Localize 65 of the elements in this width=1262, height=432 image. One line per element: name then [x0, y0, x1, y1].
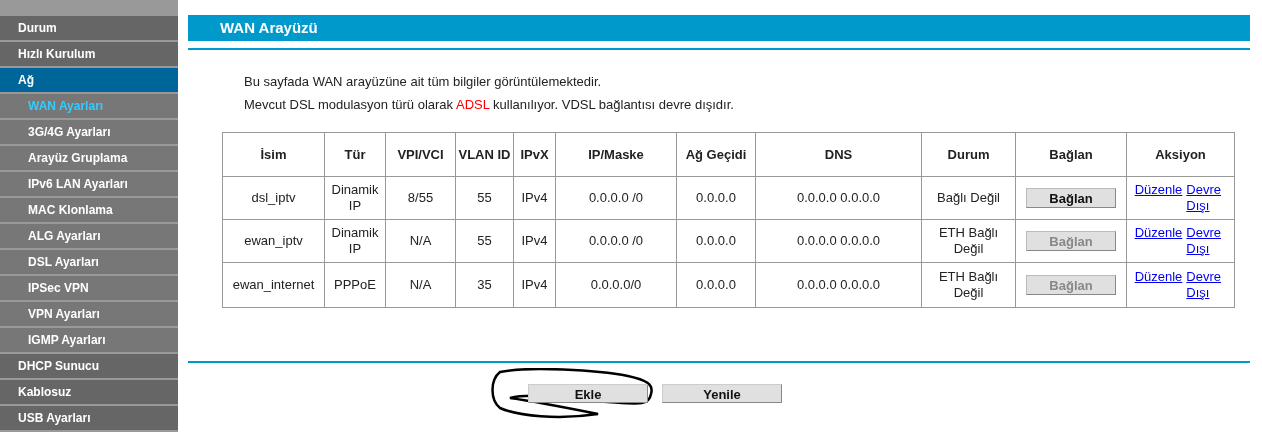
- table-cell: 0.0.0.0/0: [555, 262, 677, 308]
- column-header: DNS: [755, 132, 922, 177]
- column-header: İsim: [222, 132, 325, 177]
- table-cell: 0.0.0.0 0.0.0.0: [755, 262, 922, 308]
- column-header: IP/Maske: [555, 132, 677, 177]
- action-link[interactable]: Düzenle: [1134, 269, 1183, 285]
- sidebar-subitem[interactable]: IPv6 LAN Ayarları: [0, 172, 178, 196]
- action-link[interactable]: Düzenle: [1134, 182, 1183, 198]
- action-link[interactable]: Devre Dışı: [1186, 225, 1227, 257]
- sidebar-subitem[interactable]: IGMP Ayarları: [0, 328, 178, 352]
- table-cell: N/A: [385, 219, 456, 263]
- table-cell: 0.0.0.0: [676, 176, 756, 220]
- table-cell: IPv4: [513, 219, 556, 263]
- sidebar-item[interactable]: USB Ayarları: [0, 406, 178, 430]
- column-header: VLAN ID: [455, 132, 514, 177]
- table-cell: 0.0.0.0: [676, 219, 756, 263]
- sidebar-item[interactable]: Hızlı Kurulum: [0, 42, 178, 66]
- table-cell: 0.0.0.0 0.0.0.0: [755, 219, 922, 263]
- sidebar-subitem[interactable]: ALG Ayarları: [0, 224, 178, 248]
- sidebar-subitem[interactable]: IPSec VPN: [0, 276, 178, 300]
- table-cell: Dinamik IP: [324, 219, 386, 263]
- sidebar-item[interactable]: DHCP Sunucu: [0, 354, 178, 378]
- action-link[interactable]: Devre Dışı: [1186, 182, 1227, 214]
- sidebar-subitem[interactable]: VPN Ayarları: [0, 302, 178, 326]
- sidebar-item[interactable]: Durum: [0, 16, 178, 40]
- table-cell: ewan_internet: [222, 262, 325, 308]
- table-cell: Bağlı Değil: [921, 176, 1016, 220]
- table-cell: ETH Bağlı Değil: [921, 219, 1016, 263]
- notice-text: Mevcut DSL modulasyon türü olarak ADSL kullanılıyor. VDSL bağlantısı devre dışıdır.: [244, 97, 735, 113]
- action-button[interactable]: Ekle: [528, 384, 648, 403]
- table-cell: 0.0.0.0: [676, 262, 756, 308]
- table-cell: PPPoE: [324, 262, 386, 308]
- action-link[interactable]: Düzenle: [1134, 225, 1183, 241]
- table-cell: IPv4: [513, 176, 556, 220]
- table-cell: 0.0.0.0 /0: [555, 176, 677, 220]
- column-header: Bağlan: [1015, 132, 1127, 177]
- description-text: Bu sayfada WAN arayüzüne ait tüm bilgiler görüntülemektedir.: [244, 74, 603, 90]
- page-title: WAN Arayüzü: [188, 15, 1250, 41]
- table-cell: 0.0.0.0 /0: [555, 219, 677, 263]
- table-cell: 55: [455, 176, 514, 220]
- sidebar-subitem[interactable]: 3G/4G Ayarları: [0, 120, 178, 144]
- table-cell: dsl_iptv: [222, 176, 325, 220]
- sidebar-subitem[interactable]: MAC Klonlama: [0, 198, 178, 222]
- table-cell: IPv4: [513, 262, 556, 308]
- column-header: VPI/VCI: [385, 132, 456, 177]
- table-cell: 55: [455, 219, 514, 263]
- column-header: Aksiyon: [1126, 132, 1235, 177]
- sidebar-subitem[interactable]: DSL Ayarları: [0, 250, 178, 274]
- action-link[interactable]: Devre Dışı: [1186, 269, 1227, 301]
- column-header: Durum: [921, 132, 1016, 177]
- column-header: Tür: [324, 132, 386, 177]
- sidebar-subitem[interactable]: Arayüz Gruplama: [0, 146, 178, 170]
- table-cell: 35: [455, 262, 514, 308]
- table-cell: ewan_iptv: [222, 219, 325, 263]
- table-cell: 8/55: [385, 176, 456, 220]
- table-cell: ETH Bağlı Değil: [921, 262, 1016, 308]
- column-header: IPvX: [513, 132, 556, 177]
- column-header: Ağ Geçidi: [676, 132, 756, 177]
- table-cell: N/A: [385, 262, 456, 308]
- sidebar-item[interactable]: Ağ: [0, 68, 178, 92]
- connect-button[interactable]: Bağlan: [1026, 187, 1116, 208]
- table-cell: Dinamik IP: [324, 176, 386, 220]
- table-cell: 0.0.0.0 0.0.0.0: [755, 176, 922, 220]
- sidebar-item[interactable]: Kablosuz: [0, 380, 178, 404]
- action-button[interactable]: Yenile: [662, 384, 782, 403]
